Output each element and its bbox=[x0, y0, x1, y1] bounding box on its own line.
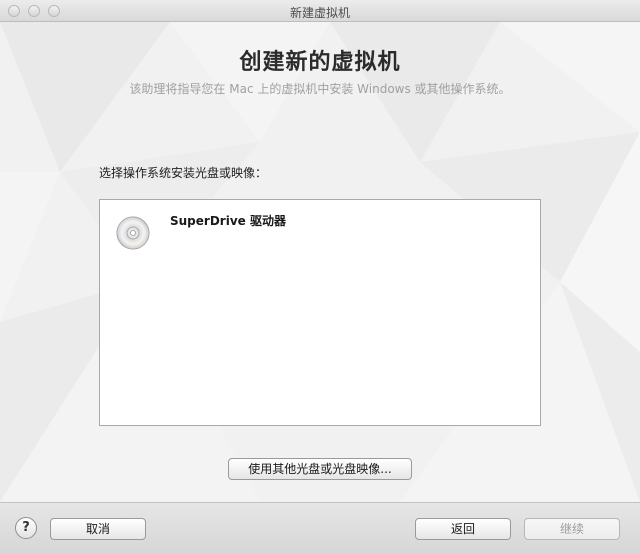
page-title: 创建新的虚拟机 bbox=[239, 50, 401, 75]
list-item-label: SuperDrive 驱动器 bbox=[170, 214, 286, 228]
cancel-button[interactable]: 取消 bbox=[50, 518, 146, 540]
help-icon[interactable]: ? bbox=[15, 517, 37, 539]
optical-disc-icon bbox=[116, 216, 150, 250]
title-bar[interactable]: 新建虚拟机 bbox=[0, 0, 640, 22]
list-item-superdrive[interactable]: SuperDrive 驱动器 bbox=[100, 200, 540, 252]
button-bar: ? 取消 返回 继续 bbox=[0, 502, 640, 554]
window-title: 新建虚拟机 bbox=[289, 6, 350, 20]
install-source-list[interactable]: SuperDrive 驱动器 bbox=[99, 199, 541, 426]
assistant-content: 创建新的虚拟机 该助理将指导您在 Mac 上的虚拟机中安装 Windows 或其… bbox=[0, 22, 640, 502]
back-button[interactable]: 返回 bbox=[415, 518, 511, 540]
page-subtitle: 该助理将指导您在 Mac 上的虚拟机中安装 Windows 或其他操作系统。 bbox=[129, 82, 511, 96]
use-other-disc-button[interactable]: 使用其他光盘或光盘映像... bbox=[228, 458, 412, 480]
source-prompt-label: 选择操作系统安装光盘或映像： bbox=[99, 166, 268, 180]
continue-button[interactable]: 继续 bbox=[524, 518, 620, 540]
assistant-window: 新建虚拟机 创建新的虚拟机 该助理将指导您在 Mac 上的虚拟机中安装 Wind… bbox=[0, 0, 640, 554]
